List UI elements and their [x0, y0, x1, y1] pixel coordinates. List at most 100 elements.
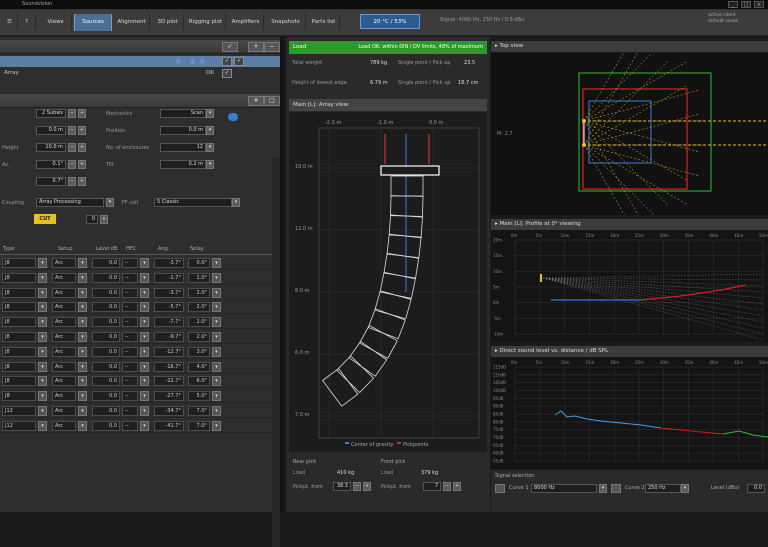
level-input[interactable]: 0.0	[747, 484, 765, 493]
chevron-down-icon[interactable]: ▾	[78, 332, 87, 342]
table-row[interactable]: J8 ▾ Arc ▾ 0.0 -- ▾ -3.7° 0.0° ▾	[0, 256, 280, 270]
setup-cell[interactable]: Arc	[52, 272, 76, 283]
chevron-down-icon[interactable]: ▾	[38, 302, 47, 313]
table-row[interactable]: J8 ▾ Arc ▾ 0.0 -- ▾ -12.7° 3.0° ▾	[0, 345, 280, 359]
hfc-cell[interactable]: --	[122, 391, 138, 402]
chevron-down-icon[interactable]: ▾	[212, 361, 221, 372]
type-cell[interactable]: J8	[2, 332, 36, 342]
chevron-down-icon[interactable]: ▾	[212, 258, 221, 268]
scrollbar[interactable]	[272, 157, 280, 547]
chevron-down-icon[interactable]: ▾	[78, 406, 87, 416]
splay-cell[interactable]: 1.0°	[188, 272, 210, 283]
hfc-cell[interactable]: --	[122, 406, 138, 416]
chevron-down-icon[interactable]: ▾	[38, 391, 47, 402]
help-button[interactable]: ?	[18, 14, 36, 31]
setup-cell[interactable]: Arc	[52, 376, 76, 387]
chevron-down-icon[interactable]: ▾	[212, 420, 221, 431]
chevron-down-icon[interactable]: ▾	[140, 287, 149, 298]
hfc-cell[interactable]: --	[122, 361, 138, 372]
splay-cell[interactable]: 5.0°	[188, 391, 210, 402]
toolbar-amplifiers[interactable]: Amplifiers	[228, 14, 264, 31]
level-cell[interactable]: 0.0	[92, 391, 120, 402]
setup-cell[interactable]: Arc	[52, 258, 76, 268]
setup-cell[interactable]: Arc	[52, 302, 76, 313]
hfc-cell[interactable]: --	[122, 287, 138, 298]
table-row[interactable]: J12 ▾ Arc ▾ 0.0 -- ▾ -34.7° 7.0° ▾	[0, 404, 280, 418]
hfc-cell[interactable]: --	[122, 346, 138, 357]
table-row[interactable]: J12 ▾ Arc ▾ 0.0 -- ▾ -41.7° 7.0° ▾	[0, 419, 280, 433]
chevron-down-icon[interactable]: ▾	[38, 272, 47, 283]
chevron-down-icon[interactable]: ▾	[106, 198, 114, 207]
chevron-down-icon[interactable]: ▾	[212, 332, 221, 342]
type-cell[interactable]: J12	[2, 406, 36, 416]
param-input[interactable]: 0.0 m	[36, 126, 66, 135]
hfc-cell[interactable]: --	[122, 376, 138, 387]
chevron-down-icon[interactable]: ▾	[38, 361, 47, 372]
table-row[interactable]: J8 ▾ Arc ▾ 0.0 -- ▾ -7.7° 2.0° ▾	[0, 315, 280, 330]
increment-button[interactable]: +	[78, 126, 86, 135]
spl-chart[interactable]: 0m 5m 10m 15m 20m 25m 30m 35m 40m 45m 50m 115dB 110d…	[491, 357, 768, 469]
chevron-down-icon[interactable]: ▾	[212, 302, 221, 313]
front-pos-input[interactable]: 7	[423, 482, 441, 491]
link-button[interactable]: ✓	[222, 42, 238, 52]
chevron-down-icon[interactable]: ▾	[78, 258, 87, 268]
chevron-down-icon[interactable]: ▾	[212, 272, 221, 283]
type-cell[interactable]: J8	[2, 287, 36, 298]
table-row[interactable]: J8 ▾ Arc ▾ 0.0 -- ▾ -3.7° 2.0° ▾	[0, 286, 280, 300]
param-input[interactable]: Scan	[160, 109, 206, 118]
source-row[interactable]: Array OK ✓	[0, 68, 280, 79]
processing-select[interactable]: Array Processing	[36, 198, 104, 207]
table-row[interactable]: J8 ▾ Arc ▾ 0.0 -- ▾ -5.7° 2.0° ▾	[0, 300, 280, 315]
splay-cell[interactable]: 2.0°	[188, 302, 210, 313]
chevron-down-icon[interactable]: ▾	[78, 420, 87, 431]
level-cell[interactable]: 0.0	[92, 272, 120, 283]
type-cell[interactable]: J8	[2, 258, 36, 268]
chevron-down-icon[interactable]: ▾	[599, 484, 607, 493]
chevron-down-icon[interactable]: ▾	[140, 406, 149, 416]
chevron-down-icon[interactable]: ▾	[38, 406, 47, 416]
chevron-down-icon[interactable]: ▾	[140, 272, 149, 283]
level-cell[interactable]: 0.0	[92, 317, 120, 328]
chevron-down-icon[interactable]: ▾	[681, 484, 689, 493]
param-input[interactable]: 0.0 m	[160, 126, 206, 135]
close-properties-button[interactable]: ✕	[248, 96, 264, 106]
setup-cell[interactable]: Arc	[52, 420, 76, 431]
cut-button[interactable]: CUT	[34, 214, 56, 224]
close-button[interactable]: ×	[754, 1, 764, 8]
decrement-button[interactable]: −	[443, 482, 451, 491]
decrement-button[interactable]: −	[68, 160, 76, 169]
add-source-button[interactable]: +	[248, 42, 264, 52]
level-cell[interactable]: 0.0	[92, 361, 120, 372]
splay-cell[interactable]: 4.0°	[188, 361, 210, 372]
increment-button[interactable]: +	[78, 160, 86, 169]
remove-source-button[interactable]: −	[264, 42, 280, 52]
hfc-cell[interactable]: --	[122, 317, 138, 328]
chevron-down-icon[interactable]: ▾	[78, 376, 87, 387]
properties-menu-button[interactable]: □	[264, 96, 280, 106]
level-cell[interactable]: 0.0	[92, 406, 120, 416]
curve1-swatch[interactable]	[495, 484, 505, 493]
hfc-cell[interactable]: --	[122, 272, 138, 283]
chevron-down-icon[interactable]: ▾	[38, 346, 47, 357]
info-icon[interactable]	[228, 113, 238, 121]
chevron-down-icon[interactable]: ▾	[206, 143, 214, 152]
splay-cell[interactable]: 2.0°	[188, 287, 210, 298]
setup-cell[interactable]: Arc	[52, 361, 76, 372]
chevron-down-icon[interactable]: ▾	[38, 317, 47, 328]
toolbar-sources[interactable]: Sources	[74, 14, 112, 31]
hfc-cell[interactable]: --	[122, 420, 138, 431]
chevron-down-icon[interactable]: ▾	[206, 126, 214, 135]
type-cell[interactable]: J8	[2, 376, 36, 387]
chevron-down-icon[interactable]: ▾	[212, 317, 221, 328]
type-cell[interactable]: J8	[2, 302, 36, 313]
level-cell[interactable]: 0.0	[92, 420, 120, 431]
toolbar-views[interactable]: Views	[40, 14, 72, 31]
splay-cell[interactable]: 0.0°	[188, 258, 210, 268]
setup-cell[interactable]: Arc	[52, 287, 76, 298]
chevron-down-icon[interactable]: ▾	[206, 109, 214, 118]
decrement-button[interactable]: −	[68, 177, 76, 186]
rear-pos-input[interactable]: 38.3	[333, 482, 351, 491]
chevron-down-icon[interactable]: ▾	[38, 332, 47, 342]
chevron-down-icon[interactable]: ▾	[78, 317, 87, 328]
setup-cell[interactable]: Arc	[52, 332, 76, 342]
